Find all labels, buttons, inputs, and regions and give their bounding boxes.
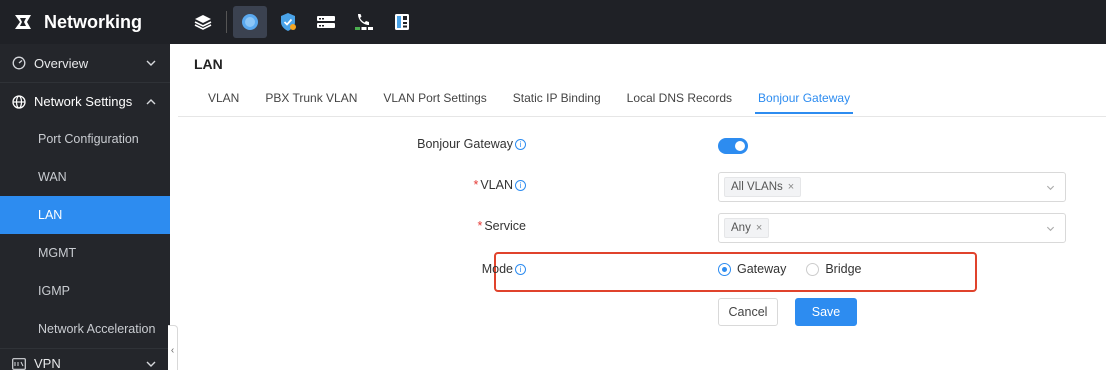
service-select[interactable]: Any × (718, 213, 1066, 243)
top-divider (226, 11, 227, 33)
action-row: Cancel Save (178, 298, 1106, 328)
tab-vlan[interactable]: VLAN (208, 84, 239, 114)
field-label-text: VLAN (480, 178, 513, 192)
sidebar-item-wan[interactable]: WAN (0, 158, 170, 196)
cancel-button[interactable]: Cancel (718, 298, 778, 326)
sidebar-item-label: MGMT (38, 246, 77, 260)
sidebar-item-port-configuration[interactable]: Port Configuration (0, 120, 170, 158)
bonjour-gateway-label: Bonjour Gateway i (417, 137, 526, 151)
sidebar-item-label: LAN (38, 208, 63, 222)
mode-row: Mode i Gateway Bridge (178, 256, 1106, 286)
field-label-text: Bonjour Gateway (417, 137, 513, 151)
info-icon[interactable]: i (515, 138, 526, 150)
sidebar-item-label: Overview (34, 55, 89, 71)
vlan-row: * VLAN i All VLANs × (178, 172, 1106, 202)
mode-radio-group: Gateway Bridge (718, 262, 881, 276)
layers-icon[interactable] (186, 6, 220, 38)
sidebar-item-network-acceleration[interactable]: Network Acceleration (0, 310, 170, 348)
top-bar: Networking (0, 0, 1106, 44)
tag-remove-icon[interactable]: × (788, 181, 794, 193)
required-mark: * (477, 219, 483, 233)
service-tag: Any × (724, 218, 770, 238)
sidebar-item-label: Network Acceleration (38, 322, 156, 336)
brand-logo-icon (15, 15, 31, 29)
bonjour-gateway-row: Bonjour Gateway i (178, 131, 1106, 161)
mode-gateway-radio[interactable] (718, 262, 731, 276)
phone-network-icon[interactable] (347, 6, 381, 38)
brand-title: Networking (44, 11, 143, 32)
desk-phone-icon[interactable] (385, 6, 419, 38)
sidebar-group-network-settings[interactable]: Network Settings (0, 82, 170, 120)
chevron-up-icon (146, 98, 156, 104)
tab-local-dns-records[interactable]: Local DNS Records (627, 84, 732, 114)
save-button[interactable]: Save (795, 298, 857, 326)
info-icon[interactable]: i (515, 179, 526, 191)
mode-gateway-label[interactable]: Gateway (737, 262, 786, 276)
sidebar-group-label: Network Settings (34, 94, 133, 109)
brand: Networking (0, 0, 176, 44)
shield-check-icon[interactable] (271, 6, 305, 38)
field-label-text: Service (484, 219, 526, 233)
sidebar-item-label: WAN (38, 170, 67, 184)
vlan-label: * VLAN i (473, 178, 526, 192)
service-row: * Service Any × (178, 213, 1106, 243)
vpn-icon (12, 357, 26, 370)
sidebar-item-label: VPN (34, 356, 61, 370)
main-content: LAN VLAN PBX Trunk VLAN VLAN Port Settin… (178, 44, 1106, 370)
tag-text: Any (731, 222, 751, 234)
sidebar-item-vpn[interactable]: VPN (0, 348, 170, 370)
globe-icon[interactable] (233, 6, 267, 38)
tab-vlan-port-settings[interactable]: VLAN Port Settings (383, 84, 486, 114)
tag-remove-icon[interactable]: × (756, 222, 762, 234)
bonjour-gateway-toggle[interactable] (718, 138, 748, 154)
app-window: Networking Overview Network Settings Por… (0, 0, 1106, 370)
tab-bar: VLAN PBX Trunk VLAN VLAN Port Settings S… (194, 84, 876, 114)
sidebar-item-label: Port Configuration (38, 132, 139, 146)
sidebar-item-lan[interactable]: LAN (0, 196, 170, 234)
chevron-left-icon: ‹ (170, 344, 175, 356)
chevron-down-icon (1046, 226, 1055, 232)
service-label: * Service (477, 219, 526, 233)
page-title: LAN (194, 56, 223, 72)
vlan-tag: All VLANs × (724, 177, 802, 197)
chevron-down-icon (1046, 185, 1055, 191)
globe-grid-icon (12, 94, 26, 109)
required-mark: * (473, 178, 479, 192)
tab-bonjour-gateway[interactable]: Bonjour Gateway (755, 84, 854, 114)
mode-label: Mode i (482, 262, 526, 276)
chevron-down-icon (146, 60, 156, 66)
sidebar: Overview Network Settings Port Configura… (0, 44, 170, 370)
sidebar-item-label: IGMP (38, 284, 70, 298)
tag-text: All VLANs (731, 181, 783, 193)
field-label-text: Mode (481, 262, 513, 276)
tab-pbx-trunk-vlan[interactable]: PBX Trunk VLAN (265, 84, 357, 114)
vlan-select[interactable]: All VLANs × (718, 172, 1066, 202)
mode-bridge-radio[interactable] (806, 262, 820, 276)
top-icon-bar (176, 0, 423, 44)
tab-static-ip-binding[interactable]: Static IP Binding (513, 84, 601, 114)
mode-bridge-label[interactable]: Bridge (825, 262, 861, 276)
info-icon[interactable]: i (515, 263, 526, 275)
chevron-down-icon (146, 361, 156, 367)
sidebar-collapse-toggle[interactable]: ‹ (168, 325, 178, 370)
tab-divider (178, 116, 1106, 117)
gauge-icon (12, 56, 26, 70)
sidebar-item-mgmt[interactable]: MGMT (0, 234, 170, 272)
sidebar-item-igmp[interactable]: IGMP (0, 272, 170, 310)
sidebar-item-overview[interactable]: Overview (0, 44, 170, 82)
switch-icon[interactable] (309, 6, 343, 38)
